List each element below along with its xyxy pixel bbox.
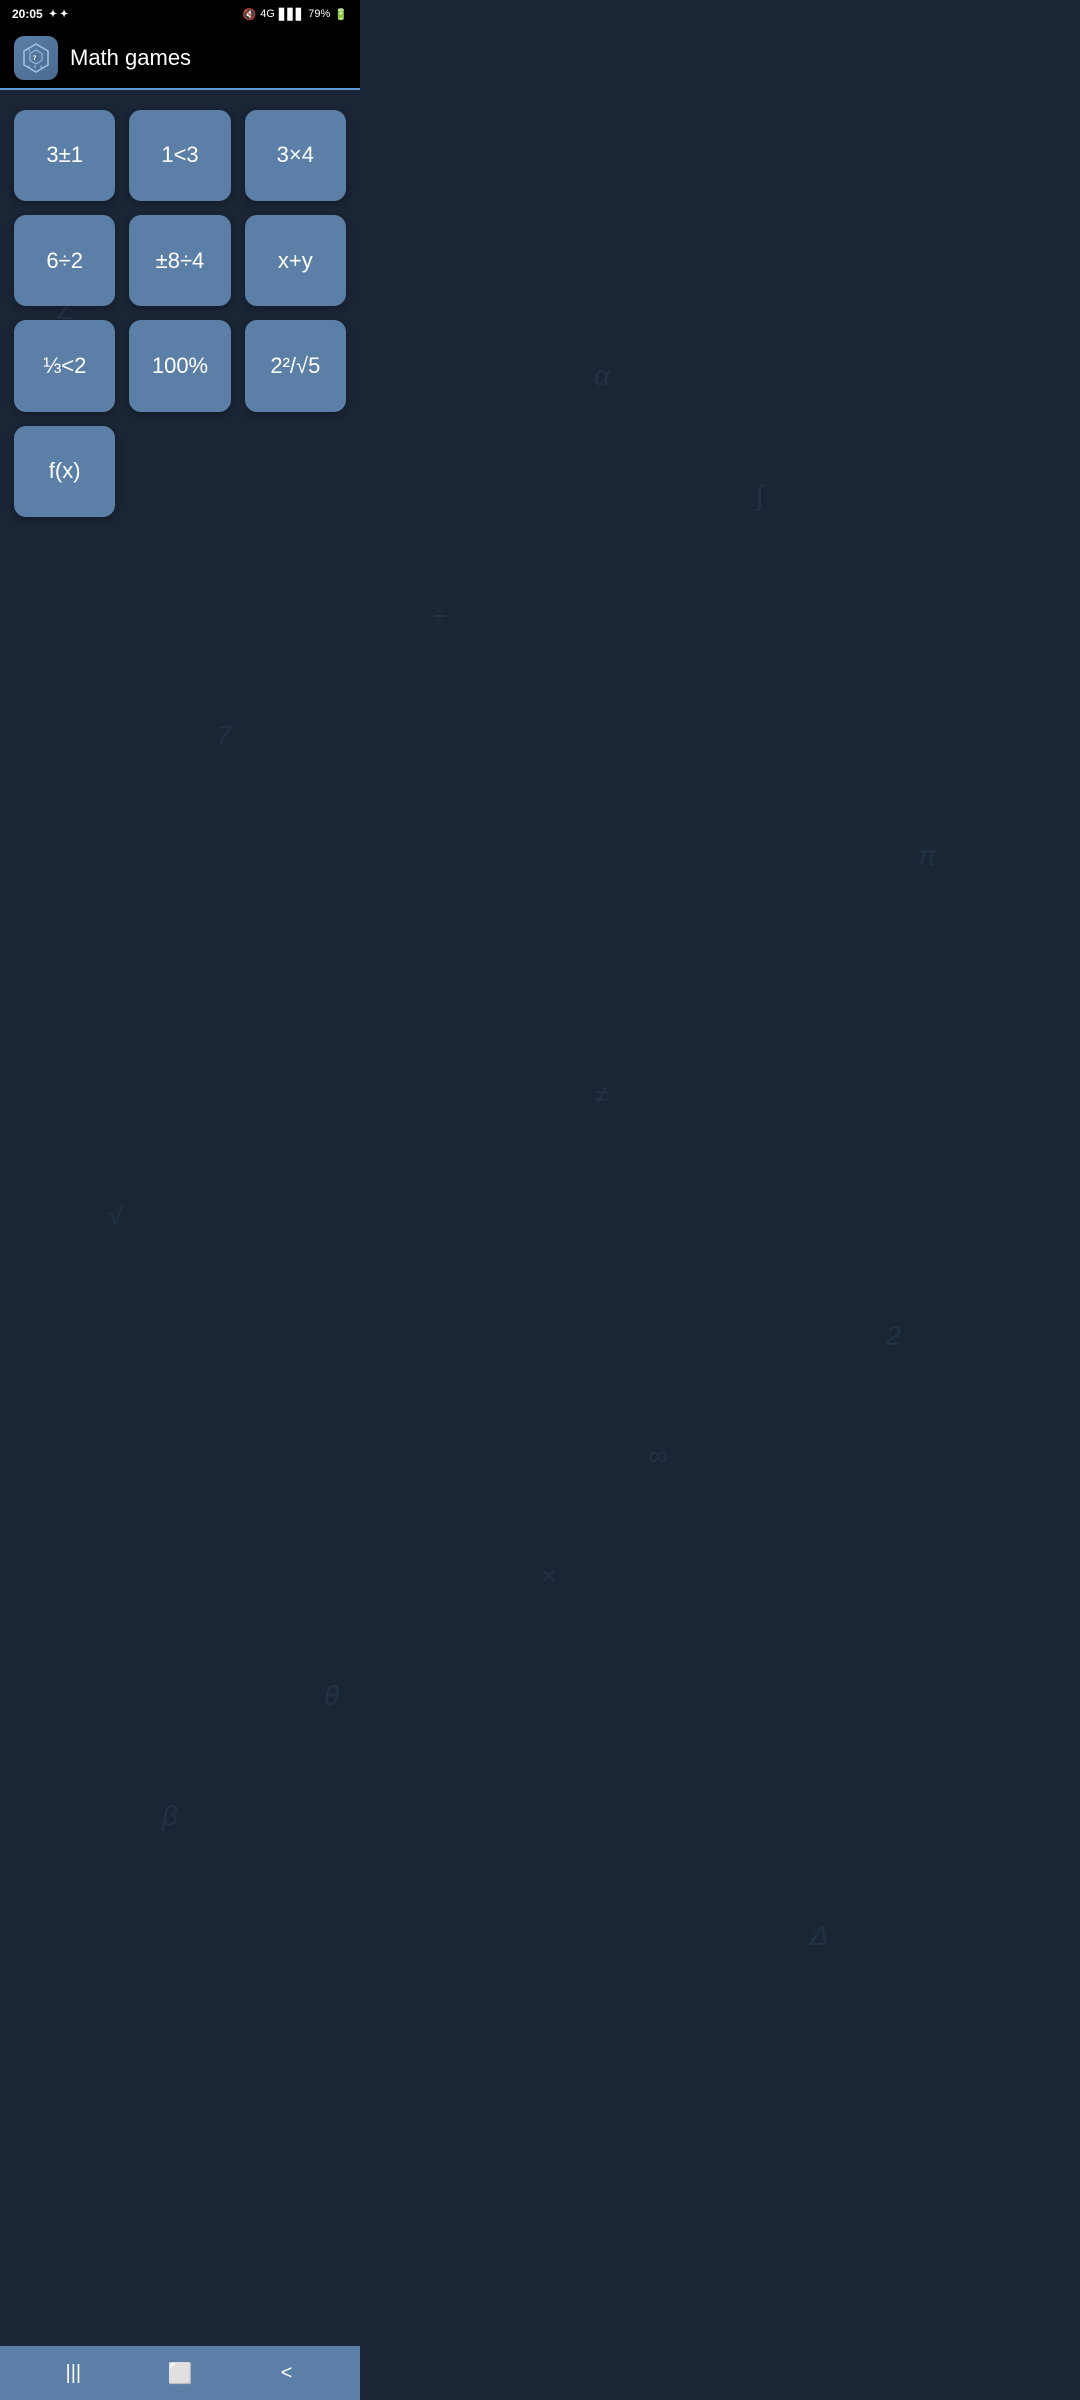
- game-card-multiplication[interactable]: 3×4: [245, 110, 346, 201]
- game-grid-last-row: f(x): [14, 426, 346, 517]
- svg-text:7: 7: [33, 56, 37, 62]
- bg-symbol: θ: [324, 1680, 339, 1712]
- bg-symbol: √: [108, 1200, 123, 1232]
- navigation-bar: ||| ⬜ <: [0, 2346, 360, 2400]
- game-card-functions[interactable]: f(x): [14, 426, 115, 517]
- svg-text:5: 5: [34, 64, 37, 69]
- bg-symbol: ∫: [756, 480, 764, 512]
- bg-symbol: ÷: [432, 600, 447, 632]
- game-card-powers-roots[interactable]: 2²/√5: [245, 320, 346, 411]
- game-card-label-algebra: x+y: [278, 248, 313, 274]
- nav-spacer: [0, 537, 360, 607]
- mute-icon: 🔇: [242, 8, 256, 21]
- bg-symbol: β: [162, 1800, 178, 1832]
- game-card-comparison[interactable]: 1<3: [129, 110, 230, 201]
- game-card-label-fraction-comparison: ⅓<2: [43, 353, 86, 379]
- bg-symbol: α: [594, 360, 610, 392]
- recent-apps-button[interactable]: |||: [53, 2358, 93, 2388]
- status-indicators: 🔇 4G ▋▋▋ 79% 🔋: [242, 8, 348, 21]
- game-card-label-powers-roots: 2²/√5: [270, 353, 320, 379]
- svg-text:3: 3: [28, 48, 31, 53]
- home-icon: ⬜: [168, 2361, 193, 2386]
- bg-symbol: 2: [886, 1320, 902, 1352]
- game-card-label-multiplication: 3×4: [277, 142, 314, 168]
- recent-apps-icon: |||: [66, 2362, 82, 2385]
- game-card-label-comparison: 1<3: [161, 142, 198, 168]
- app-logo: 7 2 5 4 3: [14, 36, 58, 80]
- bg-symbol: ∞: [648, 1440, 668, 1472]
- game-card-division[interactable]: 6÷2: [14, 215, 115, 306]
- bg-symbol: ≠: [594, 1080, 609, 1112]
- main-content: 3±1 1<3 3×4 6÷2 ±8÷4 x+y ⅓<2 100% 2²/√5 f(x): [0, 90, 360, 537]
- game-card-label-percentage: 100%: [152, 353, 208, 379]
- bg-symbol: Δ: [810, 1920, 829, 1952]
- time-display: 20:05: [12, 7, 43, 21]
- game-card-percentage[interactable]: 100%: [129, 320, 230, 411]
- game-card-addition-subtraction[interactable]: 3±1: [14, 110, 115, 201]
- battery-icon: 🔋: [334, 8, 348, 21]
- bg-symbol: 7: [216, 720, 232, 752]
- status-time: 20:05 ✦ ✦: [12, 7, 68, 21]
- back-button[interactable]: <: [267, 2358, 307, 2388]
- home-button[interactable]: ⬜: [160, 2358, 200, 2388]
- game-card-label-addition-subtraction: 3±1: [46, 142, 83, 168]
- game-card-label-division: 6÷2: [46, 248, 83, 274]
- bg-symbol: ×: [540, 1560, 556, 1592]
- game-card-label-mixed-division: ±8÷4: [156, 248, 205, 274]
- network-bars: ▋▋▋: [279, 8, 304, 21]
- bg-symbol: π: [918, 840, 937, 872]
- game-card-algebra[interactable]: x+y: [245, 215, 346, 306]
- game-card-label-functions: f(x): [49, 458, 81, 484]
- signal-strength: 4G: [260, 8, 275, 20]
- app-title: Math games: [70, 45, 191, 71]
- game-card-mixed-division[interactable]: ±8÷4: [129, 215, 230, 306]
- app-logo-icon: 7 2 5 4 3: [20, 42, 52, 74]
- battery-level: 79%: [308, 8, 330, 20]
- signal-icons: ✦ ✦: [49, 9, 69, 20]
- game-grid: 3±1 1<3 3×4 6÷2 ±8÷4 x+y ⅓<2 100% 2²/√5: [14, 110, 346, 412]
- app-header: 7 2 5 4 3 Math games: [0, 28, 360, 90]
- game-card-fraction-comparison[interactable]: ⅓<2: [14, 320, 115, 411]
- back-icon: <: [281, 2362, 293, 2385]
- status-bar: 20:05 ✦ ✦ 🔇 4G ▋▋▋ 79% 🔋: [0, 0, 360, 28]
